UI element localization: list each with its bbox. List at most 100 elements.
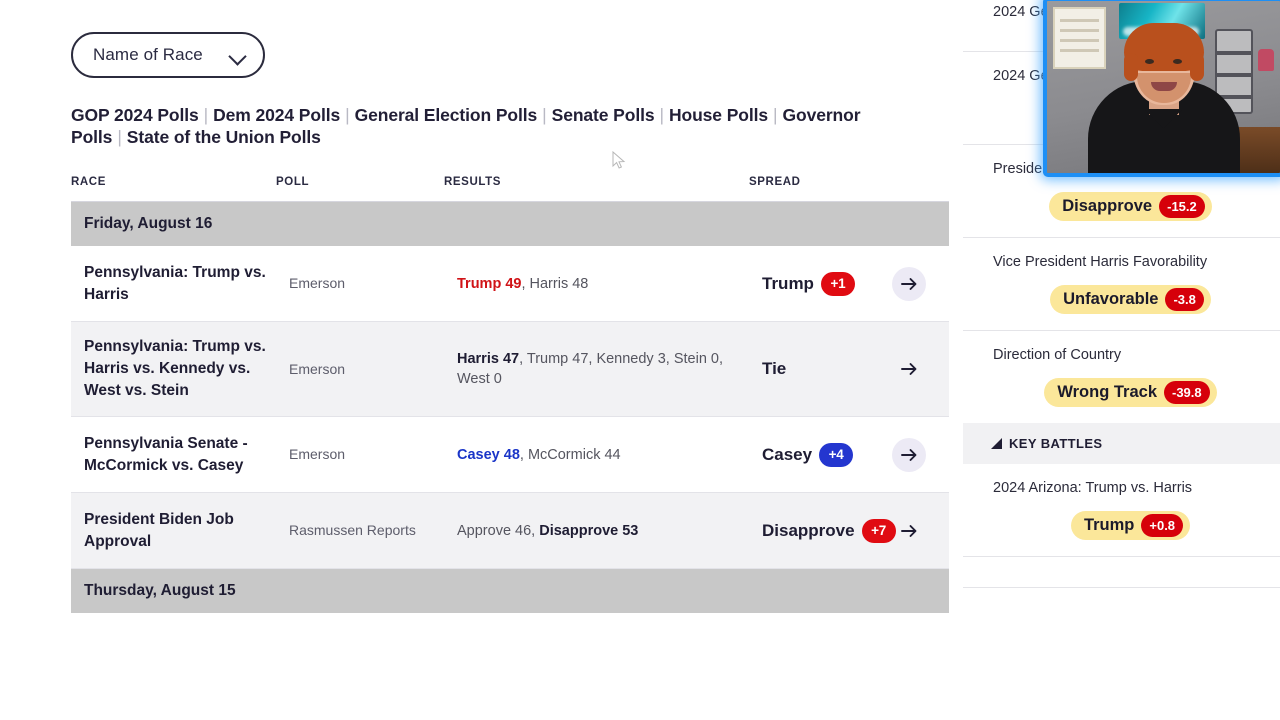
arrow-right-icon[interactable] [892, 437, 926, 472]
polls-table: RACE POLL RESULTS SPREAD Friday, August … [71, 176, 949, 613]
spread-badge: +4 [819, 442, 854, 467]
sidebar-pill-row: Disapprove -15.2 [993, 192, 1268, 221]
nav-separator: | [203, 105, 209, 125]
result-leader: Trump 49 [457, 275, 522, 292]
person-eye-left [1145, 59, 1154, 64]
date-group-header: Friday, August 16 [71, 202, 949, 246]
spread-leader: Casey [762, 444, 813, 464]
result-rest: , Harris 48 [521, 275, 589, 292]
row-spread: Casey +4 [762, 442, 892, 467]
spread-badge: +1 [820, 271, 855, 296]
spread-badge: +7 [861, 518, 896, 543]
person-eye-right [1173, 59, 1182, 64]
row-race-name: President Biden Job Approval [84, 510, 234, 550]
arrow-right-icon[interactable] [892, 266, 926, 301]
sidebar-section-title: KEY BATTLES [1009, 436, 1103, 451]
chevron-down-icon [229, 50, 247, 61]
sidebar-item-title: Vice President Harris Favorability [993, 254, 1208, 270]
row-results: Harris 47, Trump 47, Kennedy 3, Stein 0,… [457, 349, 762, 389]
table-row[interactable]: Pennsylvania Senate - McCormick vs. Case… [71, 417, 949, 493]
nav-separator: | [659, 105, 665, 125]
row-results: Approve 46, Disapprove 53 [457, 521, 762, 541]
person-hair [1123, 23, 1204, 81]
column-header-results: RESULTS [444, 176, 502, 188]
result-leader: Casey 48 [457, 446, 520, 463]
nav-link-state-of-the-union-polls[interactable]: State of the Union Polls [127, 127, 321, 147]
sidebar-item-title: 2024 Arizona: Trump vs. Harris [993, 480, 1193, 496]
column-header-spread: SPREAD [749, 176, 801, 188]
nav-link-general-election-polls[interactable]: General Election Polls [355, 105, 538, 125]
table-row[interactable]: Pennsylvania: Trump vs. Harris Emerson T… [71, 246, 949, 322]
polls-page: Name of Race GOP 2024 Polls | Dem 2024 Pol… [0, 0, 1280, 720]
main-content: Name of Race GOP 2024 Polls | Dem 2024 Pol… [0, 0, 962, 720]
row-spread: Tie [762, 359, 892, 379]
sidebar-pill-row: Wrong Track -39.8 [993, 378, 1268, 407]
arrow-right-icon[interactable] [892, 352, 926, 386]
spread-leader: Tie [762, 359, 787, 378]
result-leader: Disapprove 53 [539, 522, 639, 539]
row-action-cell [892, 437, 962, 472]
pill-badge: +0.8 [1141, 514, 1184, 537]
result-rest: , McCormick 44 [519, 446, 621, 463]
row-pollster: Emerson [289, 275, 346, 291]
nav-link-senate-polls[interactable]: Senate Polls [552, 105, 655, 125]
row-pollster: Emerson [289, 360, 346, 377]
date-group-header: Thursday, August 15 [71, 569, 949, 613]
nav-separator: | [345, 105, 350, 125]
arrow-right-icon[interactable] [892, 514, 926, 548]
column-header-poll: POLL [276, 176, 310, 188]
pill-label: Unfavorable [1063, 290, 1159, 308]
sidebar-pill-row: Trump +0.8 [993, 511, 1268, 540]
spread-leader: Disapprove [762, 520, 855, 540]
triangle-collapse-icon [991, 438, 1002, 449]
sidebar-item-next-battle-partial[interactable] [963, 557, 1280, 588]
result-leader: Harris 47 [457, 351, 520, 367]
result-rest: Approve 46, [457, 522, 540, 539]
row-results: Trump 49, Harris 48 [457, 274, 762, 294]
nav-separator: | [773, 105, 778, 125]
row-spread: Disapprove +7 [762, 518, 896, 543]
sidebar-item-harris-favorability[interactable]: Vice President Harris Favorability Unfav… [963, 238, 1280, 331]
wall-poster [1053, 7, 1106, 69]
nav-link-dem-2024-polls[interactable]: Dem 2024 Polls [213, 105, 340, 125]
webcam-overlay [1043, 0, 1280, 177]
sidebar-item-arizona-trump-harris[interactable]: 2024 Arizona: Trump vs. Harris Trump +0.… [963, 464, 1280, 557]
mouse-cursor [612, 151, 626, 169]
sidebar-result-pill: Unfavorable -3.8 [1050, 285, 1211, 314]
pill-badge: -15.2 [1159, 195, 1205, 218]
sidebar-section-key-battles[interactable]: KEY BATTLES [963, 423, 1280, 464]
shelf-figure [1258, 49, 1274, 71]
row-pollster: Emerson [289, 446, 346, 462]
sidebar-pill-row: Unfavorable -3.8 [993, 285, 1268, 314]
pill-label: Wrong Track [1057, 383, 1157, 401]
row-race-name: Pennsylvania: Trump vs. Harris vs. Kenne… [84, 338, 266, 399]
row-action-cell [892, 352, 962, 386]
spread-leader: Trump [762, 273, 814, 293]
row-action-cell [892, 266, 962, 301]
sidebar-item-title: Direction of Country [993, 347, 1122, 363]
sidebar-result-pill: Disapprove -15.2 [1049, 192, 1212, 221]
nav-link-house-polls[interactable]: House Polls [669, 105, 768, 125]
pill-badge: -39.8 [1164, 381, 1210, 404]
pill-label: Disapprove [1062, 197, 1153, 215]
table-row[interactable]: Pennsylvania: Trump vs. Harris vs. Kenne… [71, 322, 949, 417]
table-row[interactable]: President Biden Job Approval Rasmussen R… [71, 493, 949, 569]
row-spread: Trump +1 [762, 271, 892, 296]
race-select-label: Name of Race [93, 45, 203, 64]
sidebar-result-pill: Wrong Track -39.8 [1044, 378, 1217, 407]
row-action-cell [892, 514, 962, 548]
pill-badge: -3.8 [1165, 288, 1204, 311]
poll-category-nav: GOP 2024 Polls | Dem 2024 Polls | General El… [71, 104, 941, 148]
pill-label: Trump [1083, 516, 1135, 534]
nav-separator: | [117, 127, 122, 147]
sidebar-result-pill: Trump +0.8 [1070, 511, 1191, 540]
nav-link-gop-2024-polls[interactable]: GOP 2024 Polls [71, 105, 199, 125]
row-race-name: Pennsylvania: Trump vs. Harris [84, 263, 266, 303]
row-results: Casey 48, McCormick 44 [457, 445, 762, 465]
table-header-row: RACE POLL RESULTS SPREAD [71, 176, 949, 202]
column-header-race: RACE [71, 176, 106, 188]
nav-separator: | [542, 105, 547, 125]
row-pollster: Rasmussen Reports [289, 522, 416, 538]
race-select-dropdown[interactable]: Name of Race [71, 32, 265, 78]
sidebar-item-direction-of-country[interactable]: Direction of Country Wrong Track -39.8 [963, 331, 1280, 423]
